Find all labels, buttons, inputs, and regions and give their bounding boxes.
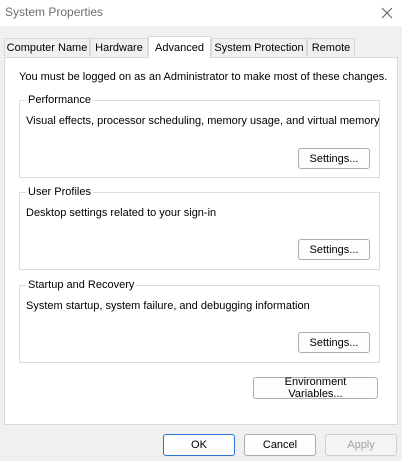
- tab-bar: Computer Name Hardware Advanced System P…: [0, 36, 402, 58]
- tab-advanced[interactable]: Advanced: [148, 36, 211, 58]
- user-profiles-title: User Profiles: [26, 186, 93, 199]
- close-button[interactable]: [372, 0, 402, 26]
- user-profiles-description: Desktop settings related to your sign-in: [26, 207, 217, 219]
- tab-computer-name[interactable]: Computer Name: [4, 38, 90, 56]
- startup-recovery-group: Startup and Recovery System startup, sys…: [19, 279, 380, 363]
- performance-settings-button[interactable]: Settings...: [298, 148, 370, 169]
- startup-recovery-description: System startup, system failure, and debu…: [26, 300, 310, 312]
- tab-system-protection[interactable]: System Protection: [211, 38, 307, 56]
- user-profiles-settings-button[interactable]: Settings...: [298, 239, 370, 260]
- performance-description: Visual effects, processor scheduling, me…: [26, 115, 380, 127]
- tab-hardware[interactable]: Hardware: [90, 38, 148, 56]
- startup-recovery-title: Startup and Recovery: [26, 279, 137, 292]
- user-profiles-group: User Profiles Desktop settings related t…: [19, 186, 380, 270]
- title-bar: System Properties: [0, 0, 402, 26]
- performance-group: Performance Visual effects, processor sc…: [19, 94, 380, 178]
- close-icon: [381, 7, 393, 19]
- advanced-tab-panel: You must be logged on as an Administrato…: [4, 57, 398, 425]
- ok-button[interactable]: OK: [163, 434, 235, 456]
- apply-button[interactable]: Apply: [325, 434, 397, 456]
- environment-variables-button[interactable]: Environment Variables...: [253, 376, 378, 400]
- cancel-button[interactable]: Cancel: [244, 434, 316, 456]
- startup-recovery-settings-button[interactable]: Settings...: [298, 332, 370, 353]
- performance-title: Performance: [26, 94, 93, 107]
- admin-note: You must be logged on as an Administrato…: [19, 71, 388, 83]
- window-title: System Properties: [5, 5, 104, 19]
- tab-remote[interactable]: Remote: [307, 38, 355, 56]
